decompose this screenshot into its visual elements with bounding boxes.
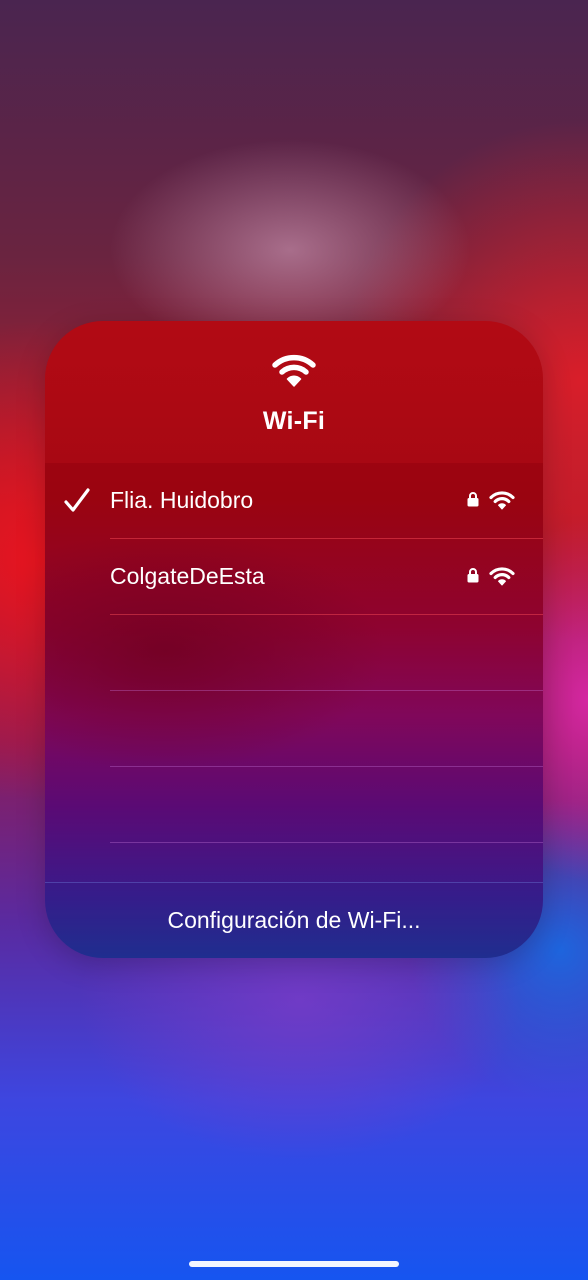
home-indicator[interactable] bbox=[189, 1261, 399, 1267]
row-divider bbox=[110, 842, 543, 843]
network-row-colgatedeesta[interactable]: ColgateDeEsta bbox=[45, 539, 543, 615]
network-name: Flia. Huidobro bbox=[110, 487, 254, 513]
wifi-signal-icon bbox=[489, 567, 515, 586]
lock-icon bbox=[467, 492, 479, 507]
wifi-signal-icon bbox=[489, 491, 515, 510]
wifi-icon bbox=[272, 354, 316, 387]
wifi-panel: Wi-Fi Flia. Huidobro ColgateDeEsta Confi… bbox=[45, 321, 543, 958]
lock-icon bbox=[467, 568, 479, 583]
wifi-settings-button[interactable]: Configuración de Wi-Fi... bbox=[45, 882, 543, 958]
wifi-settings-label: Configuración de Wi-Fi... bbox=[167, 907, 421, 933]
network-row-flia-huidobro[interactable]: Flia. Huidobro bbox=[45, 463, 543, 539]
network-name: ColgateDeEsta bbox=[110, 563, 265, 589]
empty-row bbox=[45, 615, 543, 691]
panel-title: Wi-Fi bbox=[262, 407, 326, 435]
network-list: Flia. Huidobro ColgateDeEsta bbox=[45, 463, 543, 843]
empty-row bbox=[45, 691, 543, 767]
checkmark-icon bbox=[64, 488, 90, 512]
empty-row bbox=[45, 767, 543, 843]
panel-header: Wi-Fi bbox=[45, 321, 543, 463]
